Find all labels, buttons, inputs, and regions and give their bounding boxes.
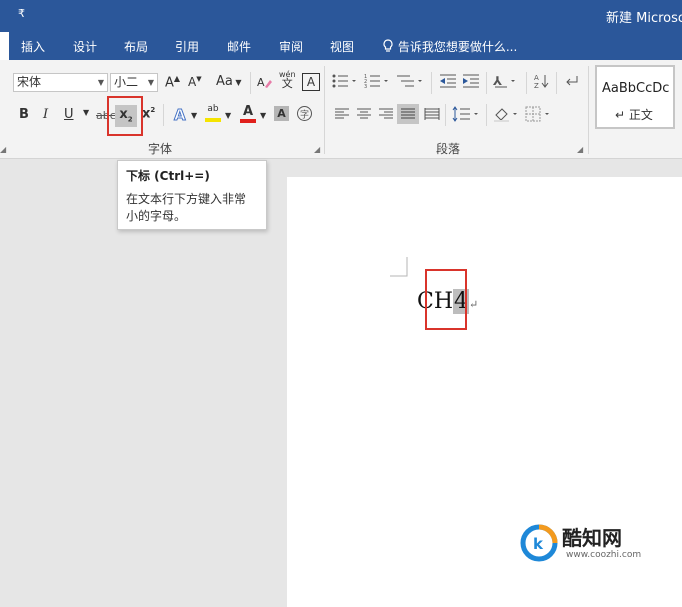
divider — [163, 104, 164, 126]
tooltip-description-line1: 在文本行下方键入非常 — [126, 192, 247, 206]
change-case-button[interactable]: Aa ▼ — [216, 74, 242, 89]
quick-access-customize-icon[interactable]: ₹ — [18, 7, 25, 20]
watermark: k 酷知网 www.coozhi.com — [514, 518, 678, 570]
paragraph-group-label: 段落 — [436, 142, 461, 156]
superscript-button[interactable]: x2 — [142, 106, 155, 121]
divider — [486, 104, 487, 126]
enclose-characters-icon[interactable]: 字 — [296, 105, 313, 126]
italic-button[interactable]: I — [43, 107, 48, 122]
sort-icon[interactable]: AZ — [534, 73, 550, 93]
character-shading-button[interactable]: A — [274, 106, 289, 121]
font-name-value: 宋体 — [17, 75, 42, 89]
divider — [250, 72, 251, 94]
chevron-down-icon[interactable]: ▼ — [148, 74, 154, 91]
tab-insert[interactable]: 插入 — [21, 38, 45, 55]
align-left-icon[interactable] — [334, 107, 350, 125]
svg-text:A: A — [534, 74, 539, 82]
borders-icon[interactable] — [525, 106, 553, 126]
font-size-value: 小二 — [114, 75, 139, 89]
underline-button[interactable]: U — [64, 107, 74, 122]
numbering-icon[interactable]: 123 — [364, 73, 390, 93]
increase-indent-icon[interactable] — [462, 73, 480, 93]
shrink-font-button[interactable]: A▼ — [188, 75, 202, 89]
title-bar: ₹ 新建 Microso — [0, 0, 682, 32]
asian-layout-icon[interactable]: ⅄ — [492, 73, 519, 93]
text-effects-button[interactable]: A — [172, 105, 190, 127]
bullets-icon[interactable] — [332, 73, 358, 93]
phonetic-guide-button[interactable]: wén 文 — [279, 70, 296, 89]
style-name: ↵ 正文 — [615, 108, 653, 122]
highlight-box-subscript-button — [107, 96, 143, 136]
margin-corner-mark — [390, 257, 408, 277]
svg-text:Z: Z — [534, 82, 539, 89]
style-normal-tile[interactable]: AaBbCcDc ↵ 正文 — [595, 65, 675, 129]
show-paragraph-marks-icon[interactable] — [563, 73, 579, 93]
paragraph-dialog-launcher-icon[interactable]: ◢ — [577, 145, 583, 154]
font-name-combo[interactable]: 宋体 ▼ — [13, 73, 108, 92]
line-spacing-icon[interactable] — [452, 106, 482, 126]
chevron-down-icon[interactable]: ▼ — [260, 111, 266, 120]
chevron-down-icon[interactable]: ▼ — [225, 111, 231, 120]
bold-button[interactable]: B — [19, 107, 29, 122]
tooltip-description-line2: 小的字母。 — [126, 209, 187, 223]
subscript-tooltip: 下标 (Ctrl+=) 在文本行下方键入非常 小的字母。 — [117, 160, 267, 230]
svg-text:A: A — [174, 106, 186, 123]
decrease-indent-icon[interactable] — [439, 73, 457, 93]
font-dialog-launcher-icon[interactable]: ◢ — [314, 145, 320, 154]
window-title: 新建 Microso — [606, 11, 682, 26]
clear-formatting-icon[interactable]: A — [257, 74, 273, 94]
font-color-swatch — [240, 119, 256, 123]
tab-design[interactable]: 设计 — [73, 38, 97, 55]
align-right-icon[interactable] — [378, 107, 394, 125]
tab-review[interactable]: 审阅 — [279, 38, 303, 55]
coozhi-logo-icon: k — [520, 524, 558, 562]
highlight-swatch — [205, 118, 221, 122]
shading-icon[interactable] — [493, 106, 521, 126]
paragraph-mark: ↵ — [469, 298, 479, 311]
highlight-box-document-text — [425, 269, 467, 330]
tab-references[interactable]: 引用 — [175, 38, 199, 55]
justify-icon — [401, 108, 415, 119]
text-effects-icon: A — [174, 106, 187, 125]
svg-text:k: k — [533, 535, 544, 553]
svg-text:⅄: ⅄ — [493, 74, 502, 88]
font-size-combo[interactable]: 小二 ▼ — [110, 73, 158, 92]
align-center-icon[interactable] — [356, 107, 372, 125]
watermark-url: www.coozhi.com — [566, 550, 642, 560]
clipboard-dialog-launcher-icon[interactable]: ◢ — [0, 145, 6, 154]
group-divider — [324, 66, 325, 154]
file-tab-edge[interactable] — [0, 32, 9, 60]
style-preview: AaBbCcDc — [602, 81, 670, 96]
font-color-button[interactable]: A — [240, 104, 256, 123]
divider — [431, 72, 432, 94]
font-group-label: 字体 — [148, 142, 173, 156]
ribbon-home: 宋体 ▼ 小二 ▼ A▲ A▼ Aa ▼ A wén 文 A B I U ▼ a… — [0, 60, 682, 159]
tab-view[interactable]: 视图 — [330, 38, 354, 55]
divider — [526, 72, 527, 94]
tell-me-text: 告诉我您想要做什么... — [397, 40, 518, 54]
watermark-brand: 酷知网 — [562, 526, 622, 550]
svg-text:字: 字 — [300, 109, 309, 121]
chevron-down-icon[interactable]: ▼ — [191, 111, 197, 120]
svg-text:A: A — [257, 76, 265, 89]
group-divider — [588, 66, 589, 154]
ribbon-tab-bar: 插入 设计 布局 引用 邮件 审阅 视图 告诉我您想要做什么... — [0, 32, 682, 60]
tell-me-box[interactable]: 告诉我您想要做什么... — [382, 38, 517, 55]
tooltip-title: 下标 (Ctrl+=) — [126, 169, 210, 183]
lightbulb-icon — [383, 39, 393, 52]
tab-layout[interactable]: 布局 — [124, 38, 148, 55]
multilevel-list-icon[interactable] — [396, 73, 424, 93]
divider — [445, 104, 446, 126]
justify-button[interactable] — [397, 104, 419, 124]
distributed-icon[interactable] — [424, 107, 440, 125]
chevron-down-icon[interactable]: ▼ — [98, 74, 104, 91]
divider — [556, 72, 557, 94]
highlight-color-button[interactable]: ab — [205, 104, 221, 122]
tab-mailings[interactable]: 邮件 — [227, 38, 251, 55]
divider — [486, 72, 487, 94]
character-border-button[interactable]: A — [302, 73, 320, 91]
grow-font-button[interactable]: A▲ — [165, 74, 180, 90]
svg-text:3: 3 — [364, 84, 367, 89]
chevron-down-icon[interactable]: ▼ — [83, 108, 89, 117]
